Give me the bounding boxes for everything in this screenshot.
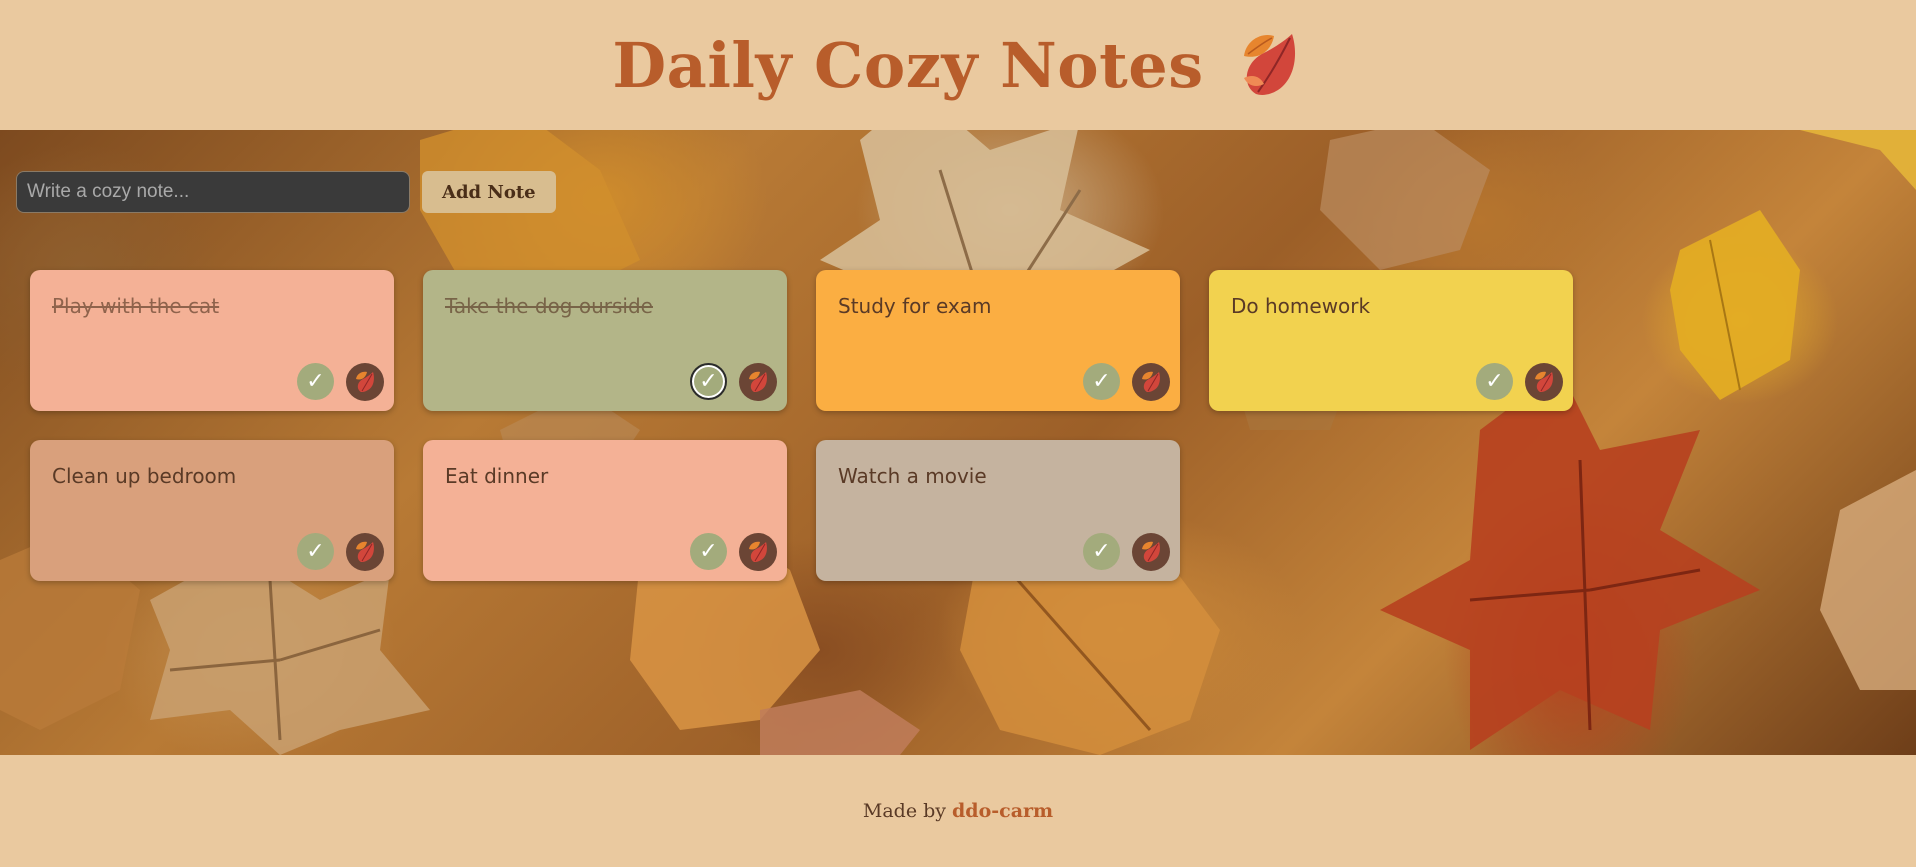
leaf-icon[interactable] [1132, 363, 1170, 401]
check-icon[interactable]: ✓ [1083, 533, 1120, 570]
leaf-icon[interactable] [739, 533, 777, 571]
note-actions: ✓ [690, 363, 777, 401]
note-actions: ✓ [1083, 363, 1170, 401]
page-title: Daily Cozy Notes [612, 29, 1303, 102]
notes-grid: Play with the cat ✓ Take the dog ourside… [30, 270, 1573, 581]
leaf-icon[interactable] [1525, 363, 1563, 401]
check-icon[interactable]: ✓ [1476, 363, 1513, 400]
note-text: Eat dinner [445, 464, 549, 488]
page-footer: Made by ddo-carm [0, 755, 1916, 867]
note-text: Study for exam [838, 294, 992, 318]
note-card: Eat dinner ✓ [423, 440, 787, 581]
note-actions: ✓ [297, 533, 384, 571]
note-card: Take the dog ourside ✓ [423, 270, 787, 411]
note-card: Do homework ✓ [1209, 270, 1573, 411]
leaf-icon[interactable] [1132, 533, 1170, 571]
note-card: Watch a movie ✓ [816, 440, 1180, 581]
check-icon[interactable]: ✓ [690, 363, 727, 400]
note-actions: ✓ [690, 533, 777, 571]
note-composer: Add Note [16, 171, 556, 213]
fallen-leaves-icon [1234, 30, 1304, 100]
page-header: Daily Cozy Notes [0, 0, 1916, 130]
note-card: Clean up bedroom ✓ [30, 440, 394, 581]
leaf-icon[interactable] [346, 533, 384, 571]
note-text: Do homework [1231, 294, 1371, 318]
note-card: Play with the cat ✓ [30, 270, 394, 411]
note-input[interactable] [16, 171, 410, 213]
page-title-text: Daily Cozy Notes [612, 28, 1204, 102]
check-icon[interactable]: ✓ [297, 363, 334, 400]
author-link[interactable]: ddo-carm [952, 800, 1053, 822]
check-icon[interactable]: ✓ [690, 533, 727, 570]
footer-credit-prefix: Made by [862, 800, 946, 822]
note-card: Study for exam ✓ [816, 270, 1180, 411]
check-icon[interactable]: ✓ [1083, 363, 1120, 400]
leaf-icon[interactable] [739, 363, 777, 401]
notes-board: Add Note Play with the cat ✓ Take the do… [0, 130, 1916, 755]
note-text: Play with the cat [52, 294, 220, 318]
add-note-button[interactable]: Add Note [422, 171, 556, 213]
note-text: Watch a movie [838, 464, 987, 488]
note-actions: ✓ [297, 363, 384, 401]
note-text: Take the dog ourside [445, 294, 653, 318]
note-actions: ✓ [1476, 363, 1563, 401]
check-icon[interactable]: ✓ [297, 533, 334, 570]
note-text: Clean up bedroom [52, 464, 237, 488]
note-actions: ✓ [1083, 533, 1170, 571]
leaf-icon[interactable] [346, 363, 384, 401]
